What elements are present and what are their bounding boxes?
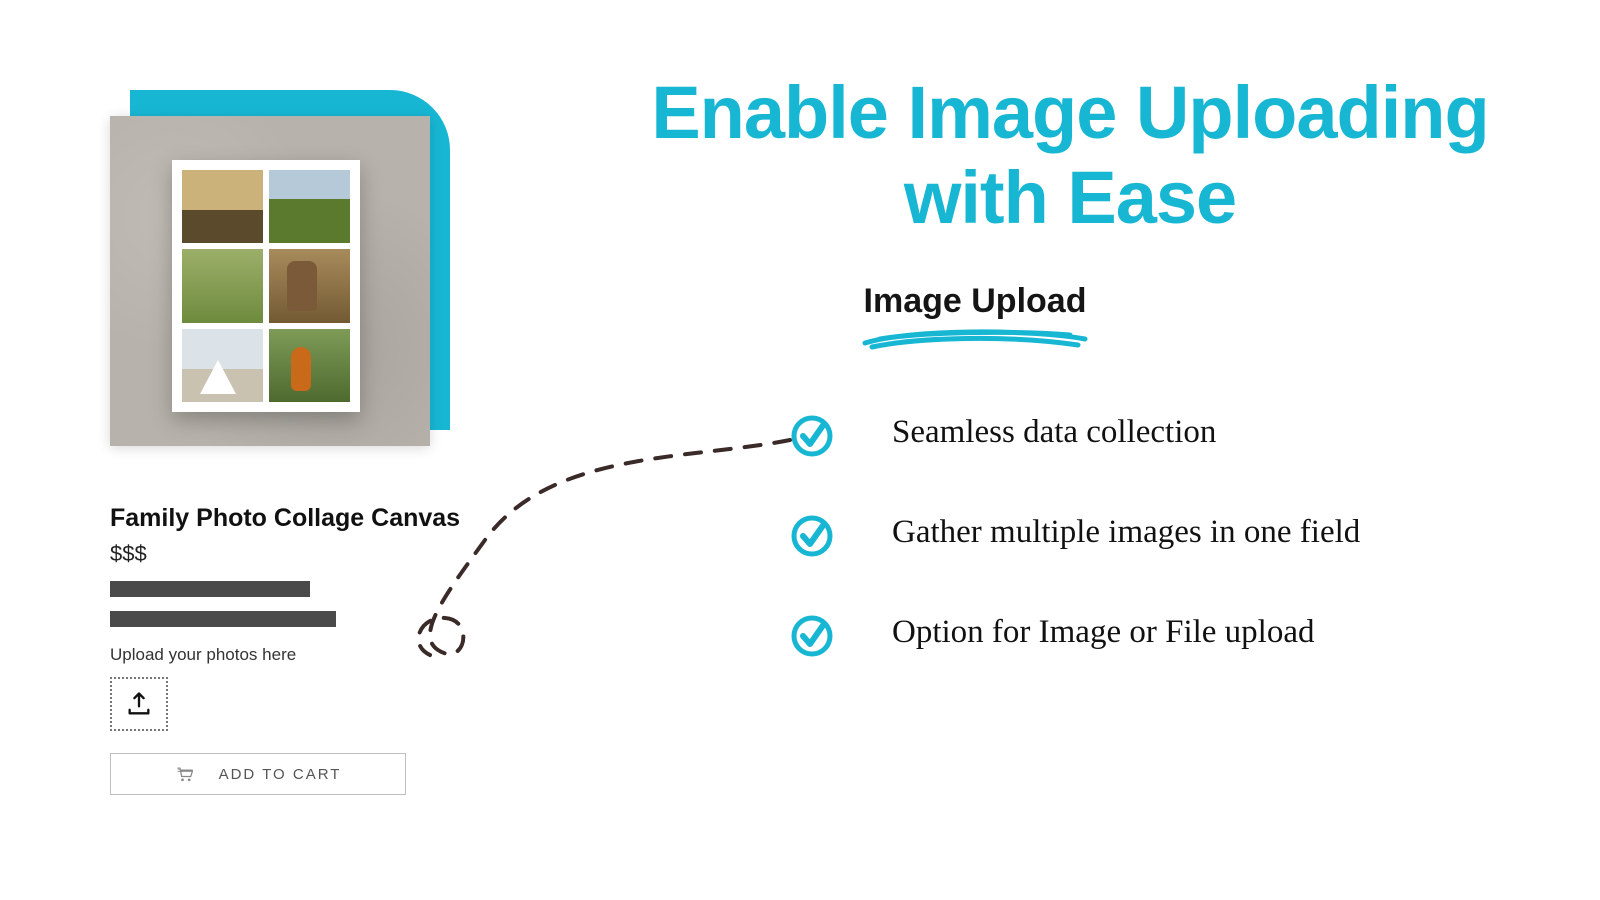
feature-text: Option for Image or File upload [892,610,1315,655]
placeholder-line [110,611,336,627]
add-to-cart-button[interactable]: ADD TO CART [110,753,406,795]
underline-scribble-icon [860,325,1090,353]
product-price: $$$ [110,541,470,567]
collage-canvas [172,160,360,412]
placeholder-line [110,581,310,597]
feature-item: Seamless data collection [790,410,1510,458]
product-card: Family Photo Collage Canvas $$$ Upload y… [110,90,470,795]
check-circle-icon [790,514,834,558]
feature-item: Gather multiple images in one field [790,510,1510,558]
collage-tile [182,170,263,243]
collage-tile [269,329,350,402]
cart-icon [175,765,195,783]
feature-item: Option for Image or File upload [790,610,1510,658]
subhead-block: Image Upload [860,282,1090,358]
collage-tile [182,329,263,402]
feature-list: Seamless data collection Gather multiple… [790,410,1510,710]
subhead: Image Upload [860,282,1090,321]
headline: Enable Image Uploading with Ease [590,70,1550,240]
feature-text: Gather multiple images in one field [892,510,1360,555]
feature-text: Seamless data collection [892,410,1216,455]
check-circle-icon [790,614,834,658]
product-image [110,116,430,446]
upload-icon [125,690,153,718]
add-to-cart-label: ADD TO CART [219,766,342,783]
collage-tile [269,170,350,243]
collage-tile [269,249,350,322]
upload-dropzone[interactable] [110,677,168,731]
upload-label: Upload your photos here [110,645,470,665]
product-title: Family Photo Collage Canvas [110,504,470,533]
check-circle-icon [790,414,834,458]
collage-tile [182,249,263,322]
